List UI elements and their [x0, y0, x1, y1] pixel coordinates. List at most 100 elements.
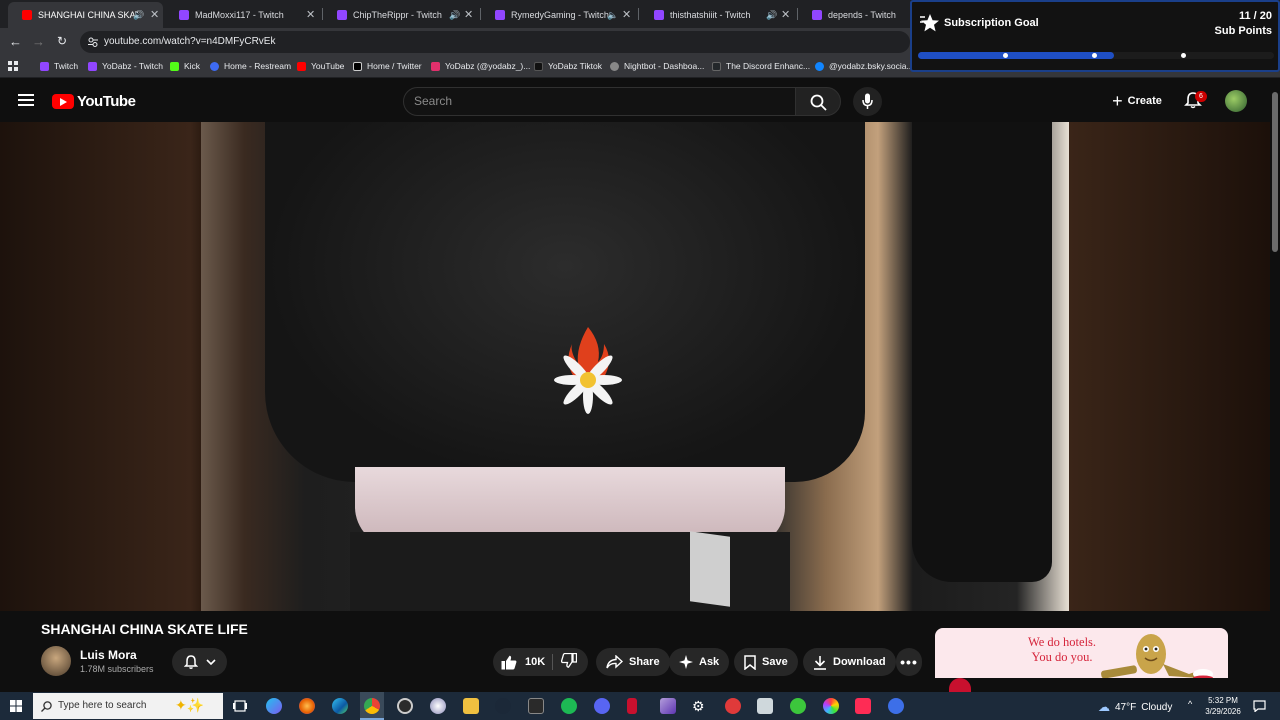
epic-games-icon[interactable] — [528, 698, 544, 714]
obs-icon[interactable] — [397, 698, 413, 714]
settings-gear-icon[interactable]: ⚙ — [692, 698, 708, 714]
tab-chiptherippr[interactable]: ChipTheRippr - Twitch 🔊 ✕ — [323, 2, 478, 28]
bookmark-twitter[interactable]: Home / Twitter — [353, 61, 422, 71]
bookmark-yodabz-twitch[interactable]: YoDabz - Twitch — [88, 61, 163, 71]
like-button[interactable]: 10K — [501, 655, 545, 670]
goal-progress-track — [918, 52, 1274, 59]
download-button[interactable]: Download — [803, 648, 896, 676]
red-app-icon[interactable] — [627, 698, 637, 714]
page-scrollbar[interactable] — [1270, 78, 1280, 688]
bookmark-kick[interactable]: Kick — [170, 61, 200, 71]
bookmark-instagram[interactable]: YoDabz (@yodabz_)... — [431, 61, 530, 71]
menu-icon[interactable] — [18, 94, 34, 106]
close-tab-icon[interactable]: ✕ — [781, 8, 790, 21]
search-box[interactable] — [403, 87, 796, 116]
weather-widget[interactable]: ☁ 47°F Cloudy — [1098, 700, 1172, 714]
clock-date: 3/29/2026 — [1205, 707, 1241, 716]
notification-center-icon[interactable] — [1253, 700, 1266, 712]
file-explorer-icon[interactable] — [463, 698, 479, 714]
site-info-icon[interactable] — [88, 37, 98, 47]
account-avatar[interactable] — [1225, 90, 1247, 112]
taskbar-search-input[interactable] — [58, 700, 178, 711]
chevron-up-icon[interactable]: ^ — [1188, 699, 1192, 709]
monitor-app-icon[interactable] — [757, 698, 773, 714]
bookmark-discord-enhanced[interactable]: The Discord Enhanc... — [712, 61, 810, 71]
speaker-icon[interactable]: 🔊 — [766, 10, 777, 21]
tab-youtube-video[interactable]: SHANGHAI CHINA SKATE LIFE 🔊 ✕ — [8, 2, 163, 28]
taskbar-search-box[interactable]: ✦✨ — [33, 693, 223, 719]
green-app-icon[interactable] — [790, 698, 806, 714]
muted-speaker-icon[interactable]: 🔈 — [607, 10, 618, 21]
apps-grid-icon[interactable] — [8, 61, 18, 71]
bookmark-tiktok[interactable]: YoDabz Tiktok — [534, 61, 602, 71]
spotify-icon[interactable] — [561, 698, 577, 714]
bookmark-restream[interactable]: Home - Restream — [210, 61, 291, 71]
tiktok-app-icon[interactable] — [855, 698, 871, 714]
video-title: SHANGHAI CHINA SKATE LIFE — [41, 621, 248, 637]
voice-search-button[interactable] — [853, 87, 882, 116]
blue-app-icon[interactable] — [888, 698, 904, 714]
steam-icon[interactable] — [495, 698, 511, 714]
back-arrow-icon[interactable]: ← — [9, 34, 22, 49]
video-label-patch — [690, 531, 730, 607]
twitch-icon — [88, 61, 97, 71]
tab-title: ChipTheRippr - Twitch — [353, 10, 442, 20]
speaker-icon[interactable]: 🔊 — [133, 10, 144, 21]
goal-milestone-dot — [1092, 53, 1097, 58]
reload-icon[interactable]: ↻ — [57, 34, 67, 48]
windows-start-icon[interactable] — [10, 700, 22, 712]
close-tab-icon[interactable]: ✕ — [622, 8, 631, 21]
tab-madmoxxi[interactable]: MadMoxxi117 - Twitch ✕ — [165, 2, 320, 28]
channel-name[interactable]: Luis Mora — [80, 648, 137, 662]
chrome-icon[interactable] — [364, 698, 380, 714]
color-wheel-app-icon[interactable] — [823, 698, 839, 714]
firefox-icon[interactable] — [299, 698, 315, 714]
weather-condition: Cloudy — [1141, 701, 1173, 713]
channel-avatar[interactable] — [41, 646, 71, 676]
twitch-favicon-icon — [337, 10, 347, 20]
discord-icon[interactable] — [594, 698, 610, 714]
dislike-button[interactable] — [560, 652, 578, 673]
bookmark-nightbot[interactable]: Nightbot - Dashboa... — [610, 61, 704, 71]
scrollbar-thumb[interactable] — [1272, 92, 1278, 252]
bookmark-youtube[interactable]: YouTube — [297, 61, 344, 71]
close-tab-icon[interactable]: ✕ — [464, 8, 473, 21]
youtube-play-icon — [52, 94, 74, 109]
video-player[interactable] — [0, 122, 1270, 611]
subscription-notifications-button[interactable] — [172, 648, 227, 676]
thumbs-down-icon — [560, 652, 578, 668]
goal-count: 11 / 20 — [1238, 10, 1272, 22]
save-button[interactable]: Save — [734, 648, 798, 676]
close-tab-icon[interactable]: ✕ — [306, 8, 315, 21]
windows-taskbar: ✦✨ ⚙ ☁ 47°F Cloudy ^ 5:32 PM 3/29/2026 — [0, 692, 1280, 720]
ask-label: Ask — [699, 656, 720, 668]
copilot-icon[interactable] — [266, 698, 282, 714]
globe-app-icon[interactable] — [430, 698, 446, 714]
forward-arrow-icon[interactable]: → — [32, 34, 45, 49]
tab-thisthatshiiit[interactable]: thisthatshiiit - Twitch 🔊 ✕ — [640, 2, 795, 28]
feather-app-icon[interactable] — [660, 698, 676, 714]
speaker-icon[interactable]: 🔊 — [449, 10, 460, 21]
bookmark-twitch[interactable]: Twitch — [40, 61, 78, 71]
close-tab-icon[interactable]: ✕ — [150, 8, 159, 21]
tab-rymedygaming[interactable]: RymedyGaming - Twitch 🔈 ✕ — [481, 2, 636, 28]
search-button[interactable] — [795, 87, 841, 116]
edge-icon[interactable] — [332, 698, 348, 714]
share-button[interactable]: Share — [596, 648, 670, 676]
youtube-logo[interactable]: YouTube — [52, 93, 136, 110]
sparkle-icon — [679, 655, 693, 669]
bookmark-label: YouTube — [311, 61, 345, 71]
taskbar-clock[interactable]: 5:32 PM 3/29/2026 — [1200, 695, 1246, 717]
ask-button[interactable]: Ask — [669, 648, 730, 676]
bookmark-bluesky[interactable]: @yodabz.bsky.socia... — [815, 61, 914, 71]
create-button[interactable]: + Create — [1104, 88, 1170, 114]
omnibox[interactable]: youtube.com/watch?v=n4DMFyCRvEk — [80, 31, 910, 53]
more-actions-button[interactable]: ••• — [896, 648, 922, 676]
tab-depends[interactable]: depends - Twitch — [798, 2, 908, 28]
bell-icon — [183, 654, 198, 669]
task-view-icon[interactable] — [232, 698, 248, 714]
red-circle-app-icon[interactable] — [725, 698, 741, 714]
url-text[interactable]: youtube.com/watch?v=n4DMFyCRvEk — [104, 36, 275, 47]
like-count: 10K — [525, 656, 546, 668]
search-input[interactable] — [414, 94, 784, 108]
